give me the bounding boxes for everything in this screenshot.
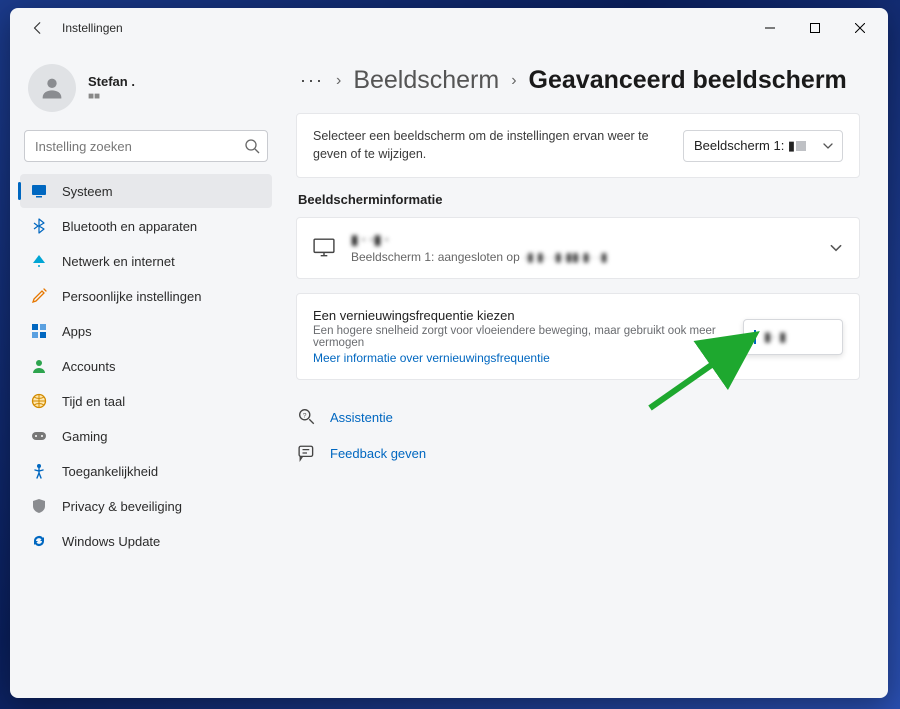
nav-privacy[interactable]: Privacy & beveiliging bbox=[20, 489, 272, 523]
window-title: Instellingen bbox=[62, 21, 123, 35]
profile-name: Stefan . bbox=[88, 74, 135, 89]
nav-label: Toegankelijkheid bbox=[62, 464, 158, 479]
breadcrumb: ··· › Beeldscherm › Geavanceerd beeldsch… bbox=[296, 66, 860, 95]
display-selector-value: Beeldscherm 1: ▮ bbox=[694, 138, 795, 154]
nav-label: Accounts bbox=[62, 359, 115, 374]
chevron-down-icon bbox=[829, 241, 843, 255]
shield-icon bbox=[30, 497, 48, 515]
breadcrumb-overflow[interactable]: ··· bbox=[300, 70, 324, 91]
apps-icon bbox=[30, 322, 48, 340]
system-icon bbox=[30, 182, 48, 200]
assist-label: Assistentie bbox=[330, 410, 393, 425]
feedback-label: Feedback geven bbox=[330, 446, 426, 461]
refresh-title: Een vernieuwingsfrequentie kiezen bbox=[313, 308, 729, 323]
nav-label: Gaming bbox=[62, 429, 108, 444]
network-icon bbox=[30, 252, 48, 270]
profile-block[interactable]: Stefan . ■■ bbox=[20, 54, 272, 126]
monitor-icon bbox=[313, 237, 335, 259]
nav-label: Netwerk en internet bbox=[62, 254, 175, 269]
globe-icon bbox=[30, 392, 48, 410]
nav-time[interactable]: Tijd en taal bbox=[20, 384, 272, 418]
breadcrumb-parent[interactable]: Beeldscherm bbox=[353, 66, 499, 95]
bluetooth-icon bbox=[30, 217, 48, 235]
search-input[interactable] bbox=[24, 130, 268, 162]
accessibility-icon bbox=[30, 462, 48, 480]
chevron-right-icon: › bbox=[511, 72, 516, 90]
chevron-down-icon bbox=[822, 140, 834, 152]
page-title: Geavanceerd beeldscherm bbox=[529, 66, 847, 95]
nav-accessibility[interactable]: Toegankelijkheid bbox=[20, 454, 272, 488]
minimize-button[interactable] bbox=[747, 12, 792, 44]
sidebar: Stefan . ■■ Systeem Bluetooth en apparat… bbox=[10, 48, 282, 698]
refresh-rate-card: Een vernieuwingsfrequentie kiezen Een ho… bbox=[296, 293, 860, 380]
nav-network[interactable]: Netwerk en internet bbox=[20, 244, 272, 278]
chevron-right-icon: › bbox=[336, 72, 341, 90]
window-controls bbox=[747, 12, 882, 44]
display-connection: Beeldscherm 1: aangesloten op ·▮ ▮· ·▮·▮… bbox=[351, 250, 607, 264]
display-model: ▮ · ·▮ · bbox=[351, 232, 607, 248]
feedback-link[interactable]: Feedback geven bbox=[296, 438, 860, 468]
nav-gaming[interactable]: Gaming bbox=[20, 419, 272, 453]
search-wrap bbox=[24, 130, 268, 162]
assist-link[interactable]: ? Assistentie bbox=[296, 402, 860, 432]
nav-update[interactable]: Windows Update bbox=[20, 524, 272, 558]
brush-icon bbox=[30, 287, 48, 305]
accounts-icon bbox=[30, 357, 48, 375]
nav-label: Apps bbox=[62, 324, 92, 339]
search-icon bbox=[244, 138, 260, 154]
selection-indicator bbox=[754, 330, 756, 344]
refresh-more-link[interactable]: Meer informatie over vernieuwingsfrequen… bbox=[313, 351, 729, 365]
help-icon: ? bbox=[298, 408, 316, 426]
nav-apps[interactable]: Apps bbox=[20, 314, 272, 348]
refresh-value: ▮· ▮ bbox=[764, 329, 786, 345]
selector-glyph bbox=[796, 141, 806, 151]
nav-bluetooth[interactable]: Bluetooth en apparaten bbox=[20, 209, 272, 243]
nav-label: Tijd en taal bbox=[62, 394, 125, 409]
nav-label: Bluetooth en apparaten bbox=[62, 219, 197, 234]
nav-label: Windows Update bbox=[62, 534, 160, 549]
nav-list: Systeem Bluetooth en apparaten Netwerk e… bbox=[20, 174, 272, 558]
profile-sub: ■■ bbox=[88, 91, 135, 102]
avatar bbox=[28, 64, 76, 112]
gaming-icon bbox=[30, 427, 48, 445]
svg-text:?: ? bbox=[303, 413, 307, 420]
nav-personalization[interactable]: Persoonlijke instellingen bbox=[20, 279, 272, 313]
display-selector[interactable]: Beeldscherm 1: ▮ bbox=[683, 130, 843, 162]
close-button[interactable] bbox=[837, 12, 882, 44]
section-label-info: Beeldscherminformatie bbox=[298, 192, 860, 207]
nav-label: Persoonlijke instellingen bbox=[62, 289, 201, 304]
update-icon bbox=[30, 532, 48, 550]
refresh-sub: Een hogere snelheid zorgt voor vloeiende… bbox=[313, 325, 729, 349]
nav-label: Privacy & beveiliging bbox=[62, 499, 182, 514]
maximize-button[interactable] bbox=[792, 12, 837, 44]
refresh-rate-selector[interactable]: ▮· ▮ bbox=[743, 319, 843, 355]
nav-label: Systeem bbox=[62, 184, 113, 199]
nav-accounts[interactable]: Accounts bbox=[20, 349, 272, 383]
settings-window: Instellingen Stefan . ■■ bbox=[10, 8, 888, 698]
back-button[interactable] bbox=[24, 14, 52, 42]
titlebar: Instellingen bbox=[10, 8, 888, 48]
select-display-card: Selecteer een beeldscherm om de instelli… bbox=[296, 113, 860, 178]
feedback-icon bbox=[298, 444, 316, 462]
content-area: ··· › Beeldscherm › Geavanceerd beeldsch… bbox=[282, 48, 888, 698]
select-display-desc: Selecteer een beeldscherm om de instelli… bbox=[313, 128, 683, 163]
display-info-card[interactable]: ▮ · ·▮ · Beeldscherm 1: aangesloten op ·… bbox=[296, 217, 860, 279]
nav-system[interactable]: Systeem bbox=[20, 174, 272, 208]
